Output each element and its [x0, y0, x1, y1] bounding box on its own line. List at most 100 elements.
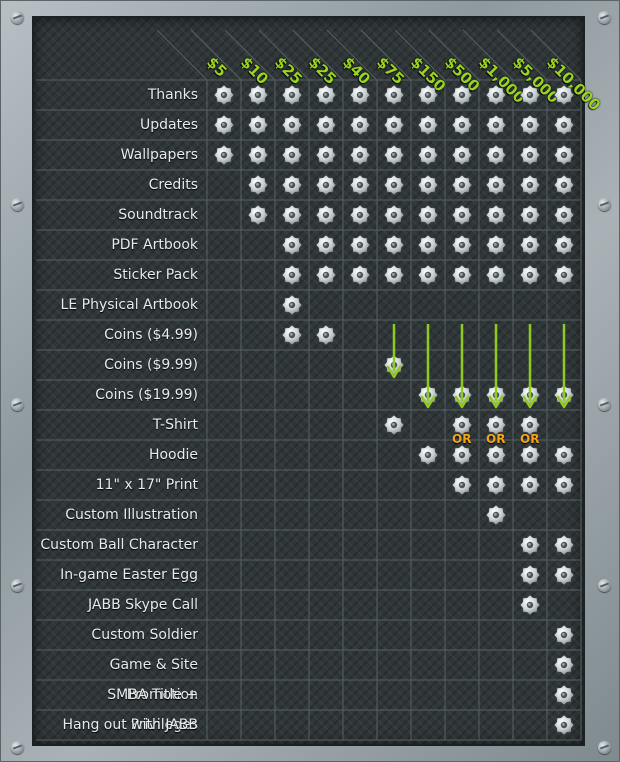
gear-icon [451, 474, 473, 496]
gear-icon [315, 234, 337, 256]
gear-icon [247, 204, 269, 226]
or-marker: OR [520, 432, 540, 446]
gear-icon [247, 174, 269, 196]
gear-icon [553, 474, 575, 496]
gear-icon [451, 144, 473, 166]
gear-icon [247, 114, 269, 136]
gear-icon [281, 264, 303, 286]
gear-icon [281, 324, 303, 346]
gear-icon [553, 684, 575, 706]
gear-icon [383, 204, 405, 226]
gear-icon [485, 204, 507, 226]
gear-icon [281, 174, 303, 196]
gear-icon [553, 564, 575, 586]
gear-icon [417, 84, 439, 106]
gear-icon [417, 204, 439, 226]
gear-icon [247, 84, 269, 106]
gear-icon [315, 84, 337, 106]
gear-icon [281, 144, 303, 166]
gear-icon [553, 234, 575, 256]
gear-icon [451, 264, 473, 286]
gear-icon [519, 114, 541, 136]
gear-icon [553, 144, 575, 166]
gear-icon [553, 714, 575, 736]
gear-icon [417, 174, 439, 196]
gear-icon [417, 264, 439, 286]
gear-icon [315, 174, 337, 196]
gear-icon [349, 84, 371, 106]
gear-icon [383, 414, 405, 436]
gear-icon [417, 444, 439, 466]
gear-icon [553, 624, 575, 646]
gear-icon [519, 474, 541, 496]
gear-icon [519, 174, 541, 196]
gear-icon [417, 114, 439, 136]
or-marker: OR [452, 432, 472, 446]
gear-icon [383, 144, 405, 166]
gear-icon [451, 174, 473, 196]
reward-marks [213, 84, 575, 736]
gear-icon [451, 234, 473, 256]
gear-icon [451, 84, 473, 106]
gear-icon [485, 474, 507, 496]
gear-icon [485, 234, 507, 256]
gear-icon [315, 264, 337, 286]
gear-icon [485, 444, 507, 466]
gear-icon [485, 114, 507, 136]
gear-icon [553, 114, 575, 136]
gear-icon [247, 144, 269, 166]
gear-icon [213, 84, 235, 106]
gear-icon [553, 534, 575, 556]
gear-icon [519, 264, 541, 286]
gear-icon [519, 564, 541, 586]
gear-icon [349, 144, 371, 166]
gear-icon [383, 234, 405, 256]
reward-tier-grid: $5 $10 $25 $25 $40 $75 $150 $500 $1,000 $5,000 $10… [0, 0, 620, 762]
gear-icon [519, 534, 541, 556]
gear-icon [315, 114, 337, 136]
gear-icon [281, 84, 303, 106]
gear-icon [519, 594, 541, 616]
gear-icon [315, 204, 337, 226]
gear-icon [281, 204, 303, 226]
gear-icon [315, 144, 337, 166]
gear-icon [553, 84, 575, 106]
gear-icon [553, 204, 575, 226]
or-marker: OR [486, 432, 506, 446]
gear-icon [349, 174, 371, 196]
gear-icon [383, 264, 405, 286]
gear-icon [417, 234, 439, 256]
down-arrow-icon [386, 324, 402, 379]
gear-icon [383, 174, 405, 196]
gear-icon [485, 84, 507, 106]
gear-icon [213, 144, 235, 166]
gear-icon [519, 144, 541, 166]
gear-icon [281, 294, 303, 316]
gear-icon [451, 204, 473, 226]
gear-icon [519, 234, 541, 256]
gear-icon [485, 174, 507, 196]
gear-icon [281, 114, 303, 136]
gear-icon [519, 204, 541, 226]
gear-icon [485, 264, 507, 286]
gear-icon [349, 234, 371, 256]
gear-icon [519, 444, 541, 466]
gear-icon [451, 444, 473, 466]
gear-icon [417, 144, 439, 166]
gear-icon [485, 144, 507, 166]
gear-icon [213, 114, 235, 136]
gear-icon [451, 114, 473, 136]
gear-icon [383, 114, 405, 136]
gear-icon [519, 84, 541, 106]
gear-icon [553, 264, 575, 286]
gear-icon [485, 504, 507, 526]
gear-icon [553, 174, 575, 196]
gear-icon [383, 84, 405, 106]
gear-icon [281, 234, 303, 256]
gear-icon [349, 264, 371, 286]
gear-icon [349, 114, 371, 136]
gear-icon [315, 324, 337, 346]
gear-icon [553, 654, 575, 676]
gear-icon [553, 444, 575, 466]
gear-icon [349, 204, 371, 226]
